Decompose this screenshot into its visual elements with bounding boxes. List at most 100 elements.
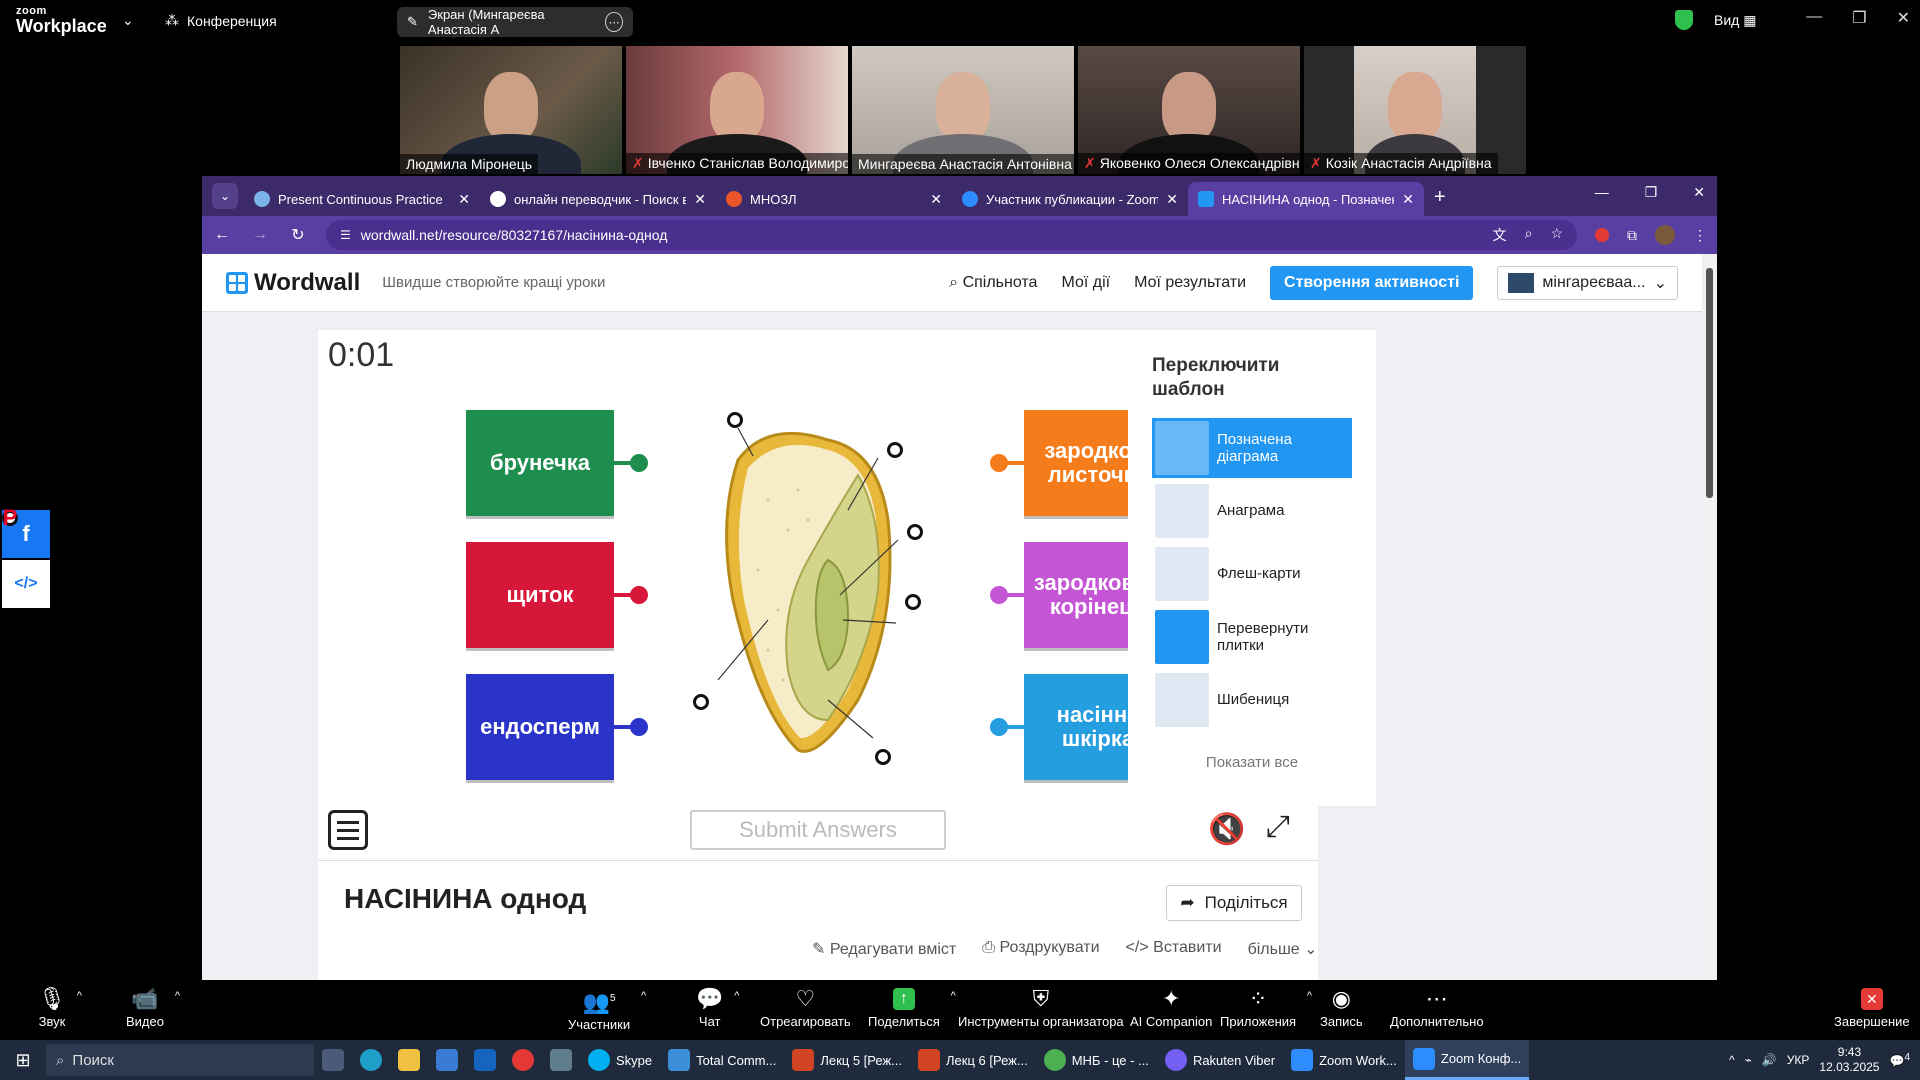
profile-avatar[interactable] — [1655, 225, 1675, 245]
reload-icon[interactable]: ↻ — [288, 225, 308, 245]
video-tile[interactable]: Людмила Міронець — [400, 46, 622, 174]
more-options-icon[interactable]: ⋯ — [605, 12, 623, 32]
site-info-icon[interactable]: ☰ — [340, 228, 351, 242]
task-view-icon[interactable] — [314, 1040, 352, 1080]
close-tab-icon[interactable]: ✕ — [458, 191, 470, 208]
new-tab-icon[interactable]: + — [1434, 186, 1446, 209]
participants-button[interactable]: 👥5 Участники ^ — [568, 988, 646, 1032]
taskbar-search[interactable]: ⌕ Поиск — [46, 1044, 314, 1076]
share-button[interactable]: ➦ Поділіться — [1166, 885, 1302, 921]
pinterest-icon[interactable]: P — [2, 505, 18, 530]
kebab-menu-icon[interactable]: ⋮ — [1693, 227, 1707, 244]
taskbar-total-commander[interactable]: Total Comm... — [660, 1040, 784, 1080]
label-handle[interactable] — [990, 454, 1008, 472]
bookmark-star-icon[interactable]: ☆ — [1550, 225, 1563, 245]
caret-up-icon[interactable]: ^ — [734, 990, 739, 1002]
calculator-icon[interactable] — [542, 1040, 580, 1080]
taskbar-lecture-6[interactable]: Лекц 6 [Реж... — [910, 1040, 1036, 1080]
caret-up-icon[interactable]: ^ — [951, 990, 956, 1002]
chevron-down-icon[interactable]: ⌄ — [122, 12, 134, 29]
translate-icon[interactable]: 文 — [1493, 225, 1507, 245]
print-link[interactable]: ⎙ Роздрукувати — [982, 939, 1099, 959]
puzzle-icon[interactable]: ⧉ — [1627, 227, 1637, 244]
edit-content-link[interactable]: ✎ Редагувати вміст — [812, 939, 956, 959]
taskbar-zoom-workplace[interactable]: Zoom Work... — [1283, 1040, 1405, 1080]
maximize-icon[interactable]: ❐ — [1852, 8, 1866, 28]
taskbar-skype[interactable]: Skype — [580, 1040, 660, 1080]
game-menu-button[interactable] — [328, 810, 368, 850]
browser-tab[interactable]: Present Continuous Practice ✕ — [244, 182, 480, 216]
extension-icon[interactable] — [1595, 228, 1609, 242]
muted-speaker-icon[interactable]: 🔇 — [1208, 812, 1245, 847]
close-tab-icon[interactable]: ✕ — [1402, 191, 1414, 208]
network-icon[interactable]: ⌁ — [1745, 1053, 1752, 1067]
close-tab-icon[interactable]: ✕ — [930, 191, 942, 208]
store-icon[interactable] — [428, 1040, 466, 1080]
fullscreen-icon[interactable]: ⤢ — [1266, 810, 1290, 844]
screen-share-indicator[interactable]: ✎ Экран (Мингареєва Анастасія А ⋯ — [397, 7, 633, 37]
drop-target[interactable] — [905, 594, 921, 610]
browser-tab[interactable]: онлайн переводчик - Поиск в ✕ — [480, 182, 716, 216]
label-tile[interactable]: ендосперм — [466, 674, 648, 780]
close-icon[interactable]: ✕ — [1897, 8, 1910, 28]
video-tile[interactable]: ✗ Козік Анастасія Андріївна — [1304, 46, 1526, 174]
chevron-up-icon[interactable]: ^ — [1729, 1053, 1735, 1067]
my-activities-link[interactable]: Мої дії — [1061, 274, 1110, 292]
windows-start-icon[interactable]: ⊞ — [0, 1050, 46, 1071]
forward-icon[interactable]: → — [250, 226, 270, 244]
notifications-icon[interactable]: 💬4 — [1889, 1052, 1910, 1068]
community-link[interactable]: ⌕ Спільнота — [949, 274, 1037, 292]
zoom-icon[interactable]: ⌕ — [1525, 225, 1533, 245]
taskbar-viber[interactable]: Rakuten Viber — [1157, 1040, 1283, 1080]
label-tile[interactable]: брунечка — [466, 410, 648, 516]
user-menu[interactable]: мінгареєваа... ⌄ — [1497, 265, 1678, 300]
more-button[interactable]: ⋯ Дополнительно — [1390, 988, 1484, 1030]
outlook-icon[interactable] — [466, 1040, 504, 1080]
embed-icon[interactable]: </> — [2, 560, 50, 608]
browser-tab[interactable]: МНОЗЛ ✕ — [716, 182, 952, 216]
drop-target[interactable] — [907, 524, 923, 540]
language-indicator[interactable]: УКР — [1787, 1053, 1810, 1067]
embed-link[interactable]: </> Вставити — [1126, 939, 1222, 959]
label-handle[interactable] — [990, 718, 1008, 736]
drop-target[interactable] — [727, 412, 743, 428]
end-button[interactable]: ✕ Завершение — [1834, 988, 1910, 1029]
react-button[interactable]: ♡ Отреагировать — [760, 988, 851, 1030]
audio-button[interactable]: 🎙 Звук ^ — [38, 988, 82, 1030]
ai-companion-button[interactable]: ✦ AI Companion — [1130, 988, 1212, 1030]
edge-icon[interactable] — [352, 1040, 390, 1080]
view-button[interactable]: Вид ▦ — [1714, 12, 1756, 29]
browser-tab-active[interactable]: НАСІНИНА однод - Позначен ✕ — [1188, 182, 1424, 216]
close-tab-icon[interactable]: ✕ — [1166, 191, 1178, 208]
tab-search-icon[interactable]: ⌄ — [212, 183, 238, 209]
label-handle[interactable] — [990, 586, 1008, 604]
minimize-icon[interactable]: — — [1806, 8, 1822, 28]
url-field[interactable]: ☰ wordwall.net/resource/80327167/насінин… — [326, 220, 1577, 250]
restore-icon[interactable]: ❐ — [1645, 184, 1658, 201]
security-shield-icon[interactable] — [1675, 10, 1693, 30]
submit-answers-button[interactable]: Submit Answers — [690, 810, 946, 850]
clock[interactable]: 9:43 12.03.2025 — [1819, 1045, 1879, 1075]
video-tile[interactable]: ✗ Яковенко Олеся Олександрівна — [1078, 46, 1300, 174]
video-button[interactable]: 📹 Видео ^ — [126, 988, 180, 1030]
scrollbar-thumb[interactable] — [1706, 268, 1713, 498]
minimize-icon[interactable]: — — [1595, 184, 1609, 201]
taskbar-lecture-5[interactable]: Лекц 5 [Реж... — [784, 1040, 910, 1080]
wordwall-logo[interactable]: Wordwall — [226, 269, 360, 297]
template-flashcards[interactable]: Флеш-карти — [1152, 544, 1352, 604]
taskbar-chrome[interactable]: МНБ - це - ... — [1036, 1040, 1157, 1080]
folder-icon[interactable] — [390, 1040, 428, 1080]
volume-icon[interactable]: 🔊 — [1762, 1053, 1777, 1067]
caret-up-icon[interactable]: ^ — [175, 990, 180, 1002]
video-tile-active[interactable]: Мингареєва Анастасія Антонівна — [852, 46, 1074, 174]
template-flip-tiles[interactable]: Перевернути плитки — [1152, 607, 1352, 667]
back-icon[interactable]: ← — [212, 226, 232, 244]
browser-tab[interactable]: Участник публикации - Zoom ✕ — [952, 182, 1188, 216]
taskbar-zoom-conference[interactable]: Zoom Конф... — [1404, 1040, 1530, 1080]
label-tile[interactable]: щиток — [466, 542, 648, 648]
drop-target[interactable] — [875, 749, 891, 765]
apps-button[interactable]: ⁘ Приложения ^ — [1220, 988, 1312, 1030]
create-activity-button[interactable]: Створення активності — [1270, 265, 1474, 300]
caret-up-icon[interactable]: ^ — [77, 990, 82, 1002]
more-link[interactable]: більше ⌄ — [1248, 939, 1318, 959]
